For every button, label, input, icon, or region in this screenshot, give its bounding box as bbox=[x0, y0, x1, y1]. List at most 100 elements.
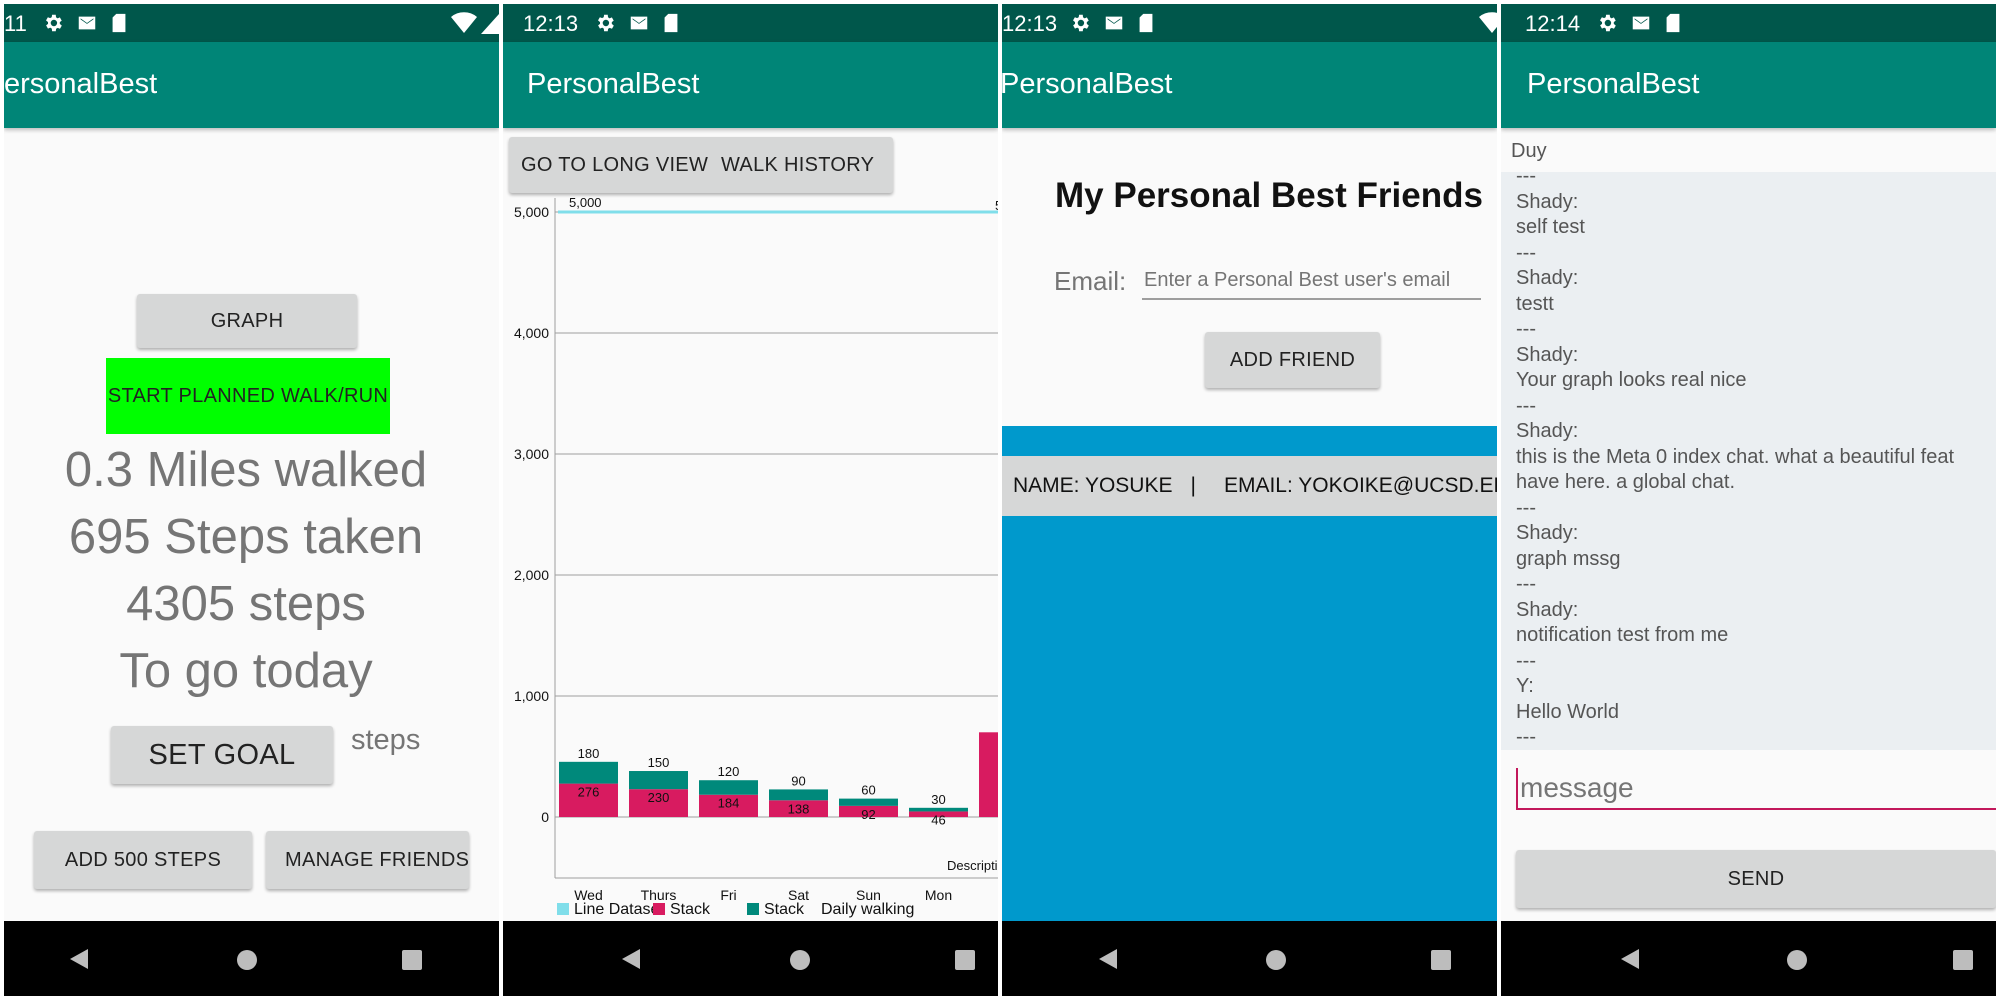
legend-swatch bbox=[557, 903, 569, 915]
steps-chart: 01,0002,0003,0004,0005,0005,0005276180We… bbox=[503, 188, 998, 921]
message-separator: --- bbox=[1516, 496, 1536, 519]
chat-log[interactable]: --- Shady: self test --- Shady: testt --- Shady… bbox=[1501, 172, 1996, 750]
nav-bar bbox=[1002, 921, 1497, 996]
message-separator: --- bbox=[1516, 241, 1536, 264]
message-line: notification test from me bbox=[1516, 624, 1729, 646]
bar-segment bbox=[839, 798, 898, 806]
home-icon[interactable] bbox=[789, 949, 811, 976]
add-500-steps-button[interactable]: ADD 500 STEPS bbox=[34, 831, 252, 889]
manage-friends-button[interactable]: MANAGE FRIENDS bbox=[266, 831, 469, 889]
home-icon[interactable] bbox=[1786, 949, 1808, 976]
sd-card-icon bbox=[1137, 12, 1155, 34]
friend-email: EMAIL: YOKOIKE@UCSD.EDU bbox=[1223, 474, 1497, 497]
bar-value-label: 180 bbox=[578, 746, 600, 761]
to-go-today-text: To go today bbox=[119, 644, 373, 698]
gear-icon bbox=[1596, 12, 1618, 34]
back-icon[interactable] bbox=[68, 947, 90, 976]
gear-icon bbox=[1069, 12, 1091, 34]
mail-icon bbox=[1103, 12, 1125, 34]
message-input[interactable] bbox=[1516, 768, 1996, 810]
bar-value-label: 184 bbox=[718, 796, 740, 811]
nav-bar bbox=[503, 921, 998, 996]
message-separator: --- bbox=[1516, 318, 1536, 340]
message-line: Shady: bbox=[1516, 522, 1579, 544]
bar-segment bbox=[979, 732, 998, 817]
set-goal-button[interactable]: SET GOAL bbox=[111, 726, 333, 784]
message-line: Y: bbox=[1516, 675, 1534, 697]
legend-swatch bbox=[747, 903, 759, 915]
wifi-icon bbox=[1479, 12, 1497, 39]
bar-segment bbox=[769, 789, 828, 801]
home-icon[interactable] bbox=[1265, 949, 1287, 976]
y-tick-label: 2,000 bbox=[514, 567, 549, 583]
graph-buttons-bar: GO TO LONG VIEW WALK HISTORY bbox=[509, 137, 893, 193]
message-line: Shady: bbox=[1516, 190, 1579, 213]
recents-icon[interactable] bbox=[1952, 949, 1974, 976]
wifi-icon bbox=[451, 12, 477, 39]
message-line: graph mssg bbox=[1516, 547, 1621, 570]
app-bar: PersonalBest bbox=[1002, 42, 1497, 128]
status-time: 12:14 bbox=[1525, 11, 1581, 36]
goal-steps-input[interactable]: steps bbox=[351, 724, 420, 757]
message-line: Your graph looks real nice bbox=[1516, 369, 1747, 391]
back-icon[interactable] bbox=[1097, 947, 1119, 976]
status-time: 12:13 bbox=[523, 11, 579, 36]
steps-chart-svg: 01,0002,0003,0004,0005,0005,0005276180We… bbox=[514, 195, 998, 918]
x-tick-label: Mon bbox=[925, 887, 952, 903]
status-time: 11 bbox=[4, 11, 27, 36]
bar-value-label: 120 bbox=[718, 764, 740, 779]
bar-value-label: 92 bbox=[861, 807, 875, 822]
legend-label: Stack bbox=[670, 901, 711, 918]
message-separator: --- bbox=[1516, 172, 1536, 187]
y-tick-label: 3,000 bbox=[514, 446, 549, 462]
back-icon[interactable] bbox=[1619, 947, 1641, 976]
message-line: Hello World bbox=[1516, 700, 1619, 723]
recents-icon[interactable] bbox=[401, 949, 423, 976]
chat-title: Duy bbox=[1511, 140, 1547, 162]
nav-bar bbox=[1501, 921, 1996, 996]
app-title: PersonalBest bbox=[1002, 68, 1173, 100]
add-friend-button[interactable]: ADD FRIEND bbox=[1205, 332, 1380, 388]
app-bar: PersonalBest bbox=[503, 42, 998, 128]
sd-card-icon bbox=[110, 12, 128, 34]
message-line: testt bbox=[1516, 292, 1554, 315]
bar-value-label: 138 bbox=[788, 801, 810, 816]
bar-value-label: 276 bbox=[578, 785, 600, 800]
recents-icon[interactable] bbox=[1430, 949, 1452, 976]
status-bar: 12:13 bbox=[1002, 4, 1497, 42]
friend-row[interactable]: NAME: YOSUKE | EMAIL: YOKOIKE@UCSD.EDU bbox=[1002, 456, 1497, 516]
message-line: Shady: bbox=[1516, 343, 1579, 366]
bar-segment bbox=[629, 771, 688, 790]
signal-icon bbox=[481, 12, 499, 39]
legend-label: Stack bbox=[764, 901, 805, 918]
legend-label: Daily walking bbox=[821, 901, 914, 918]
recents-icon[interactable] bbox=[954, 949, 976, 976]
miles-walked-text: 0.3 Miles walked bbox=[64, 443, 428, 497]
y-tick-label: 0 bbox=[541, 809, 549, 825]
gear-icon bbox=[42, 12, 64, 34]
x-tick-label: Fri bbox=[720, 887, 736, 903]
friends-list: NAME: YOSUKE | EMAIL: YOKOIKE@UCSD.EDU bbox=[1002, 426, 1497, 921]
long-view-button[interactable]: GO TO LONG VIEW bbox=[509, 154, 721, 177]
bar-value-label: 60 bbox=[861, 783, 875, 798]
home-icon[interactable] bbox=[236, 949, 258, 976]
app-title: PersonalBest bbox=[1527, 68, 1700, 100]
send-button[interactable]: SEND bbox=[1516, 850, 1996, 908]
message-line: Shady: bbox=[1516, 420, 1579, 442]
walk-history-button[interactable]: WALK HISTORY bbox=[721, 154, 874, 177]
line-value-label: 5,000 bbox=[569, 195, 602, 210]
app-title: PersonalBest bbox=[527, 68, 700, 100]
line-value-label-clipped: 5 bbox=[995, 198, 998, 213]
email-input[interactable] bbox=[1142, 262, 1481, 300]
mail-icon bbox=[628, 12, 650, 34]
bar-value-label: 30 bbox=[931, 792, 945, 807]
sd-card-icon bbox=[1664, 12, 1682, 34]
back-icon[interactable] bbox=[620, 947, 642, 976]
graph-button[interactable]: GRAPH bbox=[137, 294, 357, 348]
app-bar: PersonalBest bbox=[1501, 42, 1996, 128]
screen-home: 11 ersonalBest GRAPH START PLANNED WALK/… bbox=[4, 4, 499, 996]
status-bar: 12:14 bbox=[1501, 4, 1996, 42]
message-line: Shady: bbox=[1516, 598, 1579, 621]
message-separator: --- bbox=[1516, 394, 1536, 417]
start-planned-walk-button[interactable]: START PLANNED WALK/RUN bbox=[106, 358, 390, 434]
